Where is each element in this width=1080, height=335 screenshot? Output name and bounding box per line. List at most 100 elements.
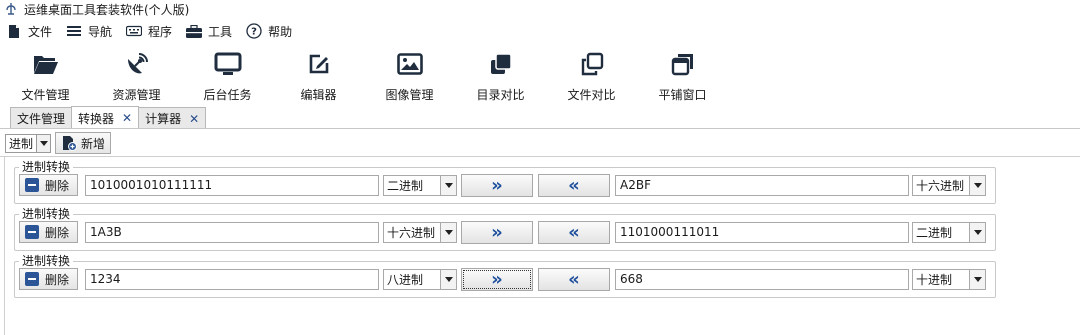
chevron-down-icon [440, 176, 456, 195]
title-bar: 运维桌面工具套装软件(个人版) [0, 0, 1080, 18]
satellite-dish-icon [123, 50, 151, 78]
delete-button[interactable]: 删除 [19, 221, 78, 243]
conversion-row: 删除 1010001010111111 二进制 » « A2BF 十六进制 [15, 174, 997, 198]
left-base-select[interactable]: 八进制 [383, 269, 457, 290]
right-base-value: 二进制 [916, 226, 953, 240]
tab-calculator[interactable]: 计算器 ✕ [138, 107, 207, 129]
file-icon [6, 23, 22, 39]
converter-toolbar: 进制 新增 [0, 130, 1080, 156]
base-conversion-group-3: 进制转换 删除 1234 八进制 » « 668 十进制 [14, 254, 997, 298]
tool-resource-manager-label: 资源管理 [112, 88, 161, 102]
group-title: 进制转换 [19, 160, 74, 174]
minus-square-icon [25, 178, 39, 192]
convert-backward-button[interactable]: « [538, 174, 610, 197]
left-base-value: 十六进制 [387, 226, 436, 240]
delete-button-label: 删除 [45, 225, 70, 240]
chevron-down-icon [969, 176, 985, 195]
tool-tile-windows[interactable]: 平铺窗口 [637, 46, 728, 104]
menu-program-label: 程序 [148, 24, 173, 39]
add-button-label: 新增 [81, 136, 106, 151]
menu-program[interactable]: 程序 [126, 23, 172, 40]
tool-file-manager-label: 文件管理 [21, 88, 70, 102]
minus-square-icon [25, 272, 39, 286]
help-circle-icon: ? [246, 23, 262, 39]
base-conversion-group-2: 进制转换 删除 1A3B 十六进制 » « 1101000111011 二进制 [14, 207, 997, 251]
chevron-down-icon [36, 134, 51, 152]
convert-forward-button[interactable]: » [461, 268, 533, 291]
convert-forward-button[interactable]: » [461, 221, 533, 244]
right-value-input[interactable]: 1101000111011 [615, 222, 909, 243]
tab-calculator-label: 计算器 [145, 112, 182, 126]
tool-background-tasks[interactable]: 后台任务 [182, 46, 273, 104]
menu-help-label: 帮助 [268, 24, 293, 39]
tool-file-compare-label: 文件对比 [567, 88, 616, 102]
main-toolbar: 文件管理 资源管理 后台任务 编辑器 图像管理 目录对比 文件对比 平铺窗口 [0, 46, 1080, 104]
chevron-down-icon [969, 223, 985, 242]
tool-directory-compare-label: 目录对比 [476, 88, 525, 102]
menu-tools-label: 工具 [208, 24, 233, 39]
window-title: 运维桌面工具套装软件(个人版) [24, 2, 190, 17]
tab-file-manager-label: 文件管理 [17, 112, 66, 126]
menu-lines-icon [66, 23, 82, 39]
convert-forward-button[interactable]: » [461, 174, 533, 197]
menu-file[interactable]: 文件 [6, 23, 52, 40]
left-value-input[interactable]: 1010001010111111 [85, 175, 379, 196]
chevron-down-icon [969, 270, 985, 289]
tool-directory-compare[interactable]: 目录对比 [455, 46, 546, 104]
tool-editor[interactable]: 编辑器 [273, 46, 364, 104]
menu-bar: 文件 导航 程序 工具 ? 帮助 [0, 18, 1080, 44]
tool-image-manager[interactable]: 图像管理 [364, 46, 455, 104]
edit-icon [305, 50, 333, 78]
tool-background-tasks-label: 后台任务 [203, 88, 252, 102]
folder-open-icon [32, 50, 60, 78]
content-divider [0, 156, 1080, 157]
menu-navigation[interactable]: 导航 [66, 23, 112, 40]
right-value-input[interactable]: 668 [615, 269, 909, 290]
tab-converter[interactable]: 转换器 ✕ [71, 106, 140, 129]
left-base-value: 二进制 [387, 179, 424, 193]
menu-help[interactable]: ? 帮助 [246, 23, 292, 40]
left-base-select[interactable]: 十六进制 [383, 222, 457, 243]
base-conversion-group-1: 进制转换 删除 1010001010111111 二进制 » « A2BF 十六… [14, 160, 997, 204]
conversion-row: 删除 1A3B 十六进制 » « 1101000111011 二进制 [15, 221, 997, 245]
right-value-input[interactable]: A2BF [615, 175, 909, 196]
right-base-select[interactable]: 十进制 [912, 269, 986, 290]
left-base-value: 八进制 [387, 273, 424, 287]
close-icon[interactable]: ✕ [189, 112, 199, 126]
tool-file-manager[interactable]: 文件管理 [0, 46, 91, 104]
close-icon[interactable]: ✕ [122, 111, 132, 125]
convert-backward-button[interactable]: « [538, 221, 610, 244]
right-base-select[interactable]: 二进制 [912, 222, 986, 243]
conversion-row: 删除 1234 八进制 » « 668 十进制 [15, 268, 997, 292]
document-tabs: 文件管理 转换器 ✕ 计算器 ✕ [10, 106, 207, 129]
left-base-select[interactable]: 二进制 [383, 175, 457, 196]
mode-select[interactable]: 进制 [5, 133, 52, 153]
menu-file-label: 文件 [28, 24, 53, 39]
delete-button[interactable]: 删除 [19, 268, 78, 290]
image-icon [396, 50, 424, 78]
left-value-input[interactable]: 1234 [85, 269, 379, 290]
convert-backward-button[interactable]: « [538, 268, 610, 291]
chevron-down-icon [440, 270, 456, 289]
tile-window-icon [669, 50, 697, 78]
tool-image-manager-label: 图像管理 [385, 88, 434, 102]
menu-tools[interactable]: 工具 [186, 23, 232, 40]
tool-file-compare[interactable]: 文件对比 [546, 46, 637, 104]
tab-file-manager[interactable]: 文件管理 [10, 107, 73, 129]
copy-outline-icon [578, 50, 606, 78]
tab-converter-label: 转换器 [78, 111, 115, 126]
minus-square-icon [25, 225, 39, 239]
group-title: 进制转换 [19, 207, 74, 221]
left-value-input[interactable]: 1A3B [85, 222, 379, 243]
tool-resource-manager[interactable]: 资源管理 [91, 46, 182, 104]
right-base-value: 十进制 [916, 273, 953, 287]
delete-button[interactable]: 删除 [19, 174, 78, 196]
add-button[interactable]: 新增 [55, 132, 112, 154]
right-base-select[interactable]: 十六进制 [912, 175, 986, 196]
menu-navigation-label: 导航 [88, 24, 113, 39]
add-file-icon [61, 135, 78, 151]
delete-button-label: 删除 [45, 272, 70, 287]
toolbox-icon [186, 23, 203, 39]
tool-editor-label: 编辑器 [300, 88, 337, 102]
stacked-squares-icon [487, 50, 515, 78]
